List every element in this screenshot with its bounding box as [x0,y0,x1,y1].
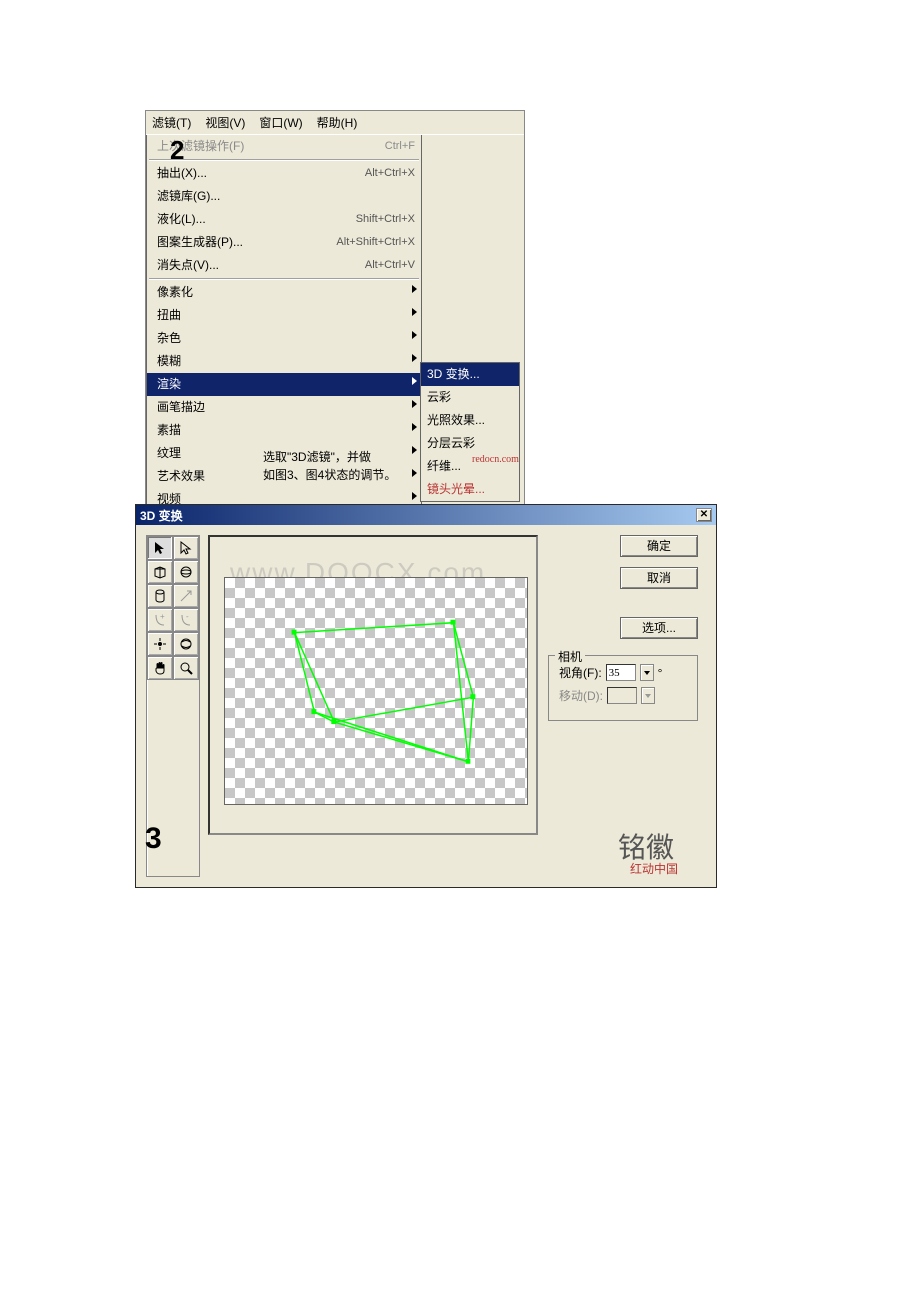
trackball-tool-icon[interactable] [173,632,199,656]
menuitem-texture[interactable]: 纹理 [147,442,421,465]
hand-tool-icon[interactable] [147,656,173,680]
dialog-title: 3D 变换 [140,507,183,524]
menuitem-blur[interactable]: 模糊 [147,350,421,373]
cylinder-tool-icon[interactable] [147,584,173,608]
dolly-label: 移动(D): [559,687,603,704]
menuitem-extract[interactable]: 抽出(X)...Alt+Ctrl+X [147,162,421,185]
menu-window[interactable]: 窗口(W) [259,114,302,131]
convert-anchor-tool-icon[interactable] [173,584,199,608]
zoom-tool-icon[interactable] [173,656,199,680]
submenu-clouds[interactable]: 云彩 [421,386,519,409]
svg-text:+: + [160,613,165,621]
ok-button[interactable]: 确定 [620,535,698,557]
svg-text:-: - [186,613,189,621]
step-label-3: 3 [145,822,162,856]
dialog-titlebar: 3D 变换 ✕ [136,505,716,525]
menuitem-artistic[interactable]: 艺术效果 [147,465,421,488]
menu-filter[interactable]: 滤镜(T) [152,114,191,131]
submenu-lighting[interactable]: 光照效果... [421,409,519,432]
camera-group: 相机 视角(F): ° 移动(D): [548,655,698,721]
dialog-side-panel: 确定 取消 选项... 相机 视角(F): ° 移动(D): [546,535,706,877]
menuitem-filter-gallery[interactable]: 滤镜库(G)... [147,185,421,208]
pan-camera-tool-icon[interactable] [147,632,173,656]
menuitem-liquify[interactable]: 液化(L)...Shift+Ctrl+X [147,208,421,231]
cube-tool-icon[interactable] [147,560,173,584]
cancel-button[interactable]: 取消 [620,567,698,589]
menuitem-pattern-maker[interactable]: 图案生成器(P)...Alt+Shift+Ctrl+X [147,231,421,254]
render-submenu: 3D 变换... 云彩 光照效果... 分层云彩 纤维... 镜头光晕... [420,362,520,502]
delete-anchor-tool-icon[interactable]: - [173,608,199,632]
menuitem-last-filter: 上次滤镜操作(F) Ctrl+F [147,135,421,158]
fov-input[interactable] [606,664,636,681]
submenu-fibers[interactable]: 纤维... [421,455,519,478]
submenu-3d-transform[interactable]: 3D 变换... [421,363,519,386]
submenu-lens-flare[interactable]: 镜头光晕... [421,478,519,501]
menuitem-brush-strokes[interactable]: 画笔描边 [147,396,421,419]
preview-canvas[interactable] [224,577,528,805]
menu-view[interactable]: 视图(V) [205,114,245,131]
selection-tool-icon[interactable] [147,536,173,560]
sphere-tool-icon[interactable] [173,560,199,584]
close-button[interactable]: ✕ [696,508,712,522]
menuitem-sketch[interactable]: 素描 [147,419,421,442]
dolly-spinner [641,687,655,704]
menuitem-vanishing-point[interactable]: 消失点(V)...Alt+Ctrl+V [147,254,421,277]
menubar: 滤镜(T) 视图(V) 窗口(W) 帮助(H) [146,111,524,135]
direct-selection-tool-icon[interactable] [173,536,199,560]
submenu-diff-clouds[interactable]: 分层云彩 [421,432,519,455]
fov-unit: ° [658,666,663,680]
menu-help[interactable]: 帮助(H) [317,114,358,131]
dialog-3d-transform: 3D 变换 ✕ [135,504,717,888]
menuitem-distort[interactable]: 扭曲 [147,304,421,327]
options-button[interactable]: 选项... [620,617,698,639]
camera-legend: 相机 [555,648,585,665]
add-anchor-tool-icon[interactable]: + [147,608,173,632]
filter-dropdown: 上次滤镜操作(F) Ctrl+F 抽出(X)...Alt+Ctrl+X 滤镜库(… [146,135,422,512]
fov-label: 视角(F): [559,664,602,681]
preview-area: www.DOOCX.com [208,535,538,835]
dolly-input [607,687,637,704]
menuitem-pixelate[interactable]: 像素化 [147,281,421,304]
menuitem-noise[interactable]: 杂色 [147,327,421,350]
menuitem-render[interactable]: 渲染 [147,373,421,396]
fov-spinner[interactable] [640,664,654,681]
